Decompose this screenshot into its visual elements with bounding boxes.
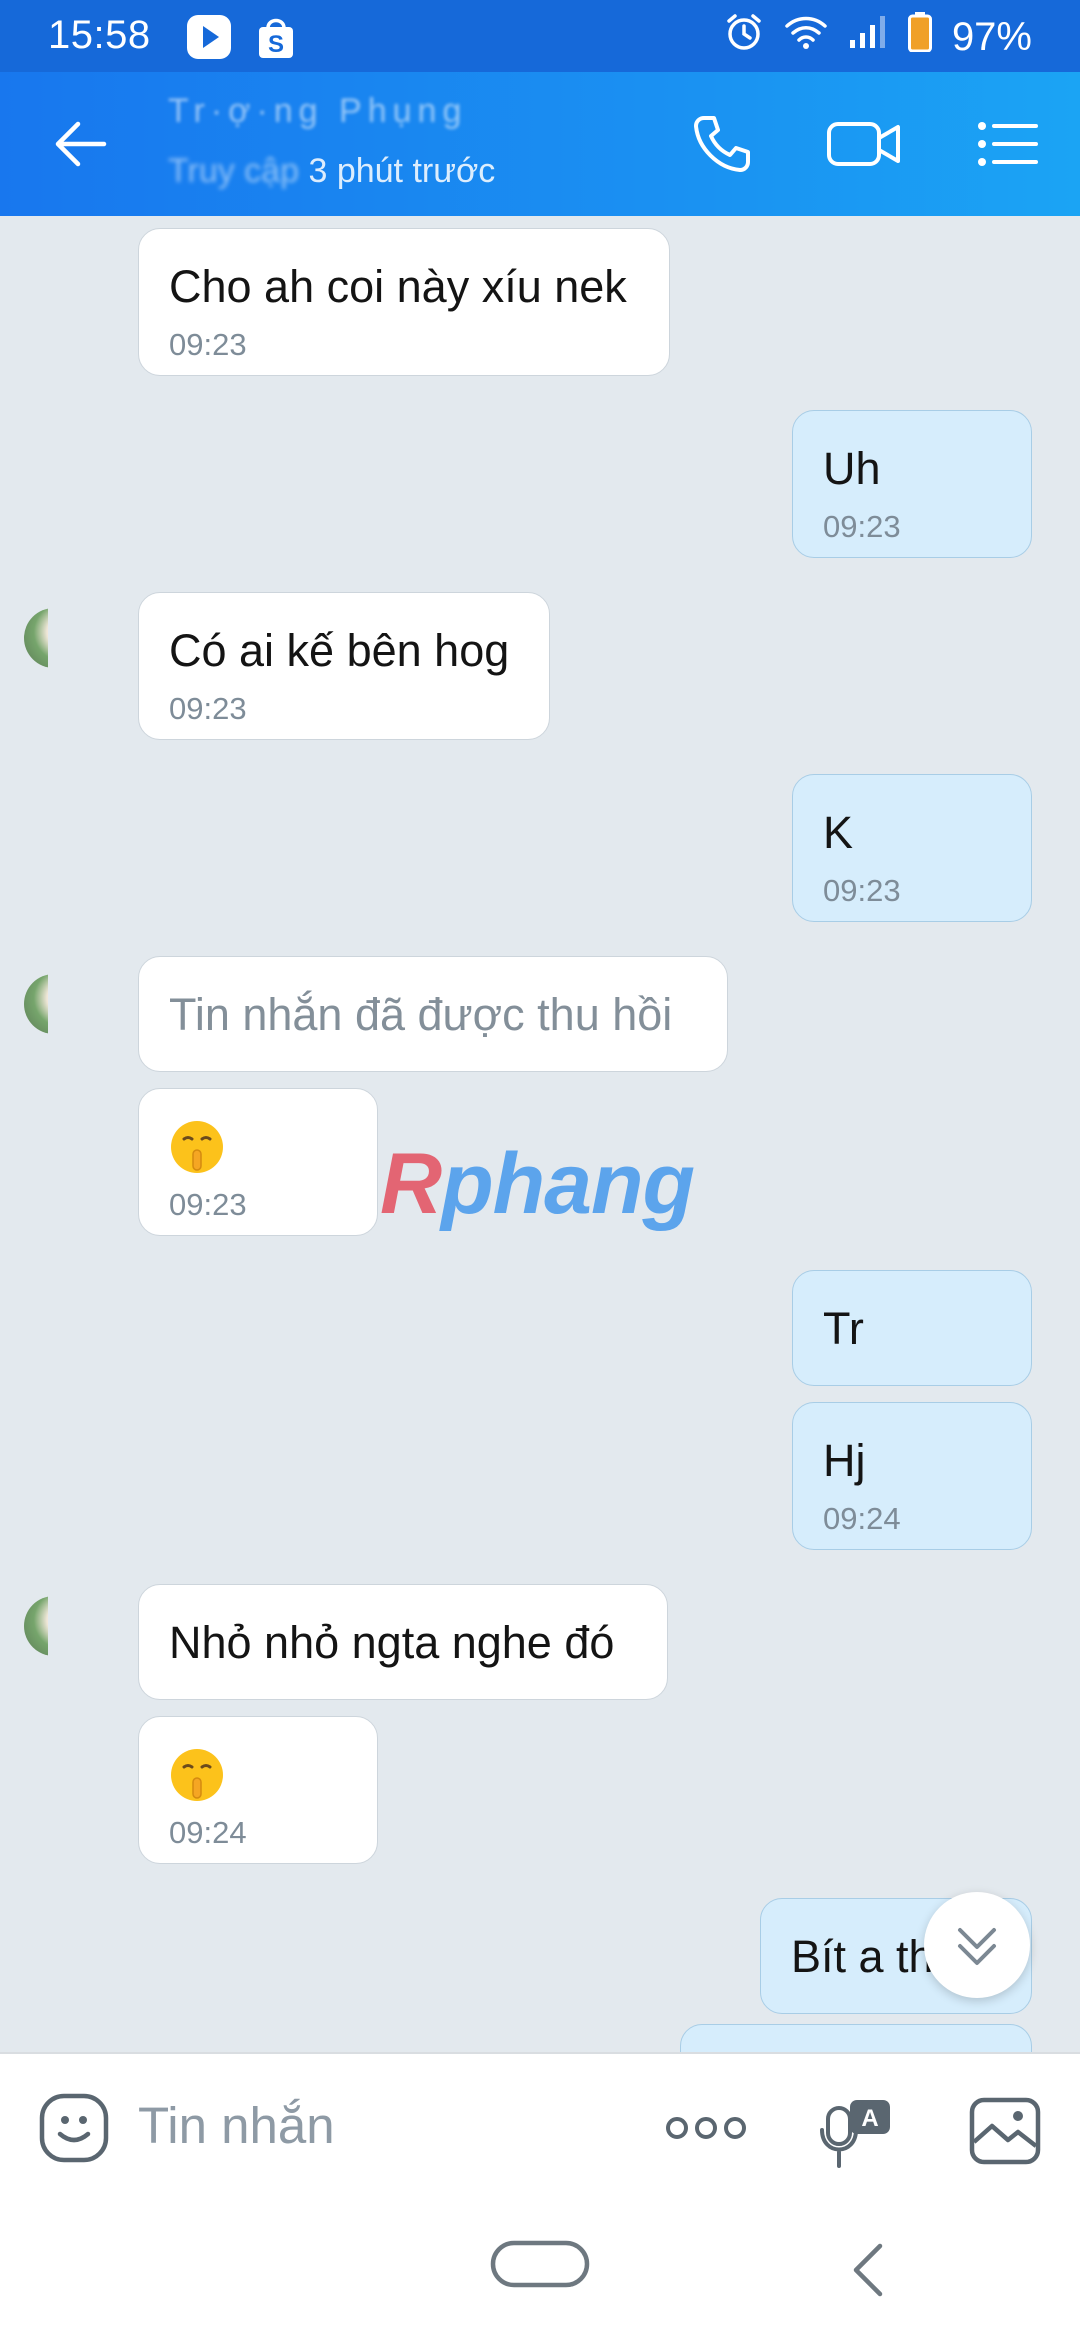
message-time: 09:24 bbox=[169, 1815, 247, 1850]
message-text: K bbox=[823, 807, 854, 858]
message-text: Hj bbox=[823, 1435, 866, 1486]
avatar[interactable] bbox=[24, 1596, 48, 1656]
message-incoming[interactable]: Có ai kế bên hog 09:23 bbox=[138, 592, 550, 740]
message-recalled[interactable]: Tin nhắn đã được thu hồi bbox=[138, 956, 728, 1072]
status-time: 15:58 bbox=[48, 13, 151, 57]
message-time: 09:23 bbox=[169, 327, 247, 362]
message-outgoing[interactable]: Hj 09:24 bbox=[792, 1402, 1032, 1550]
message-time: 09:23 bbox=[823, 873, 901, 908]
message-time: 09:23 bbox=[169, 691, 247, 726]
message-text: Có ai kế bên hog bbox=[169, 625, 510, 676]
shushing-face-emoji-icon bbox=[169, 1119, 225, 1186]
watermark-rest: phang bbox=[441, 1136, 695, 1232]
play-app-icon bbox=[186, 14, 232, 70]
message-time: 09:23 bbox=[823, 509, 901, 544]
wifi-icon bbox=[784, 14, 828, 60]
last-seen-time: 3 phút trước bbox=[308, 152, 496, 190]
signal-icon bbox=[848, 14, 888, 60]
last-seen: Truy cập 3 phút trước bbox=[168, 152, 495, 191]
back-arrow-icon[interactable] bbox=[52, 116, 108, 177]
message-text: Nhỏ nhỏ ngta nghe đó bbox=[169, 1617, 615, 1668]
scroll-to-bottom-button[interactable] bbox=[924, 1892, 1030, 1998]
avatar[interactable] bbox=[24, 608, 48, 668]
message-outgoing[interactable]: K 09:23 bbox=[792, 774, 1032, 922]
message-input[interactable]: Tin nhắn bbox=[138, 2096, 335, 2155]
last-seen-prefix: Truy cập bbox=[168, 152, 300, 190]
alarm-icon bbox=[724, 12, 764, 62]
battery-icon bbox=[907, 12, 932, 62]
chat-header: Tr·ợ·ng Phụng Truy cập 3 phút trước bbox=[0, 72, 1080, 216]
image-gallery-icon[interactable] bbox=[968, 2094, 1042, 2173]
voice-to-text-icon[interactable]: A bbox=[820, 2098, 894, 2177]
message-outgoing[interactable]: Tr bbox=[792, 1270, 1032, 1386]
sticker-face-icon[interactable] bbox=[38, 2092, 110, 2169]
shopping-bag-icon: S bbox=[256, 14, 296, 70]
shushing-face-emoji-icon bbox=[169, 1747, 225, 1814]
watermark-first-letter: R bbox=[380, 1136, 442, 1232]
message-composer: Tin nhắn A bbox=[0, 2052, 1080, 2198]
system-nav-bar bbox=[0, 2196, 1080, 2340]
svg-text:A: A bbox=[861, 2105, 878, 2132]
message-text: Uh bbox=[823, 443, 881, 494]
chat-messages[interactable]: Cho ah coi này xíu nek 09:23 Uh 09:23 Có… bbox=[0, 216, 1080, 2052]
message-time: 09:23 bbox=[169, 1187, 247, 1222]
menu-list-icon[interactable] bbox=[976, 112, 1040, 181]
avatar[interactable] bbox=[24, 974, 48, 1034]
status-bar: 15:58 S 97% bbox=[0, 0, 1080, 72]
message-text: Bít a th bbox=[791, 1931, 934, 1982]
phone-icon[interactable] bbox=[690, 112, 754, 181]
more-dots-icon[interactable] bbox=[664, 2102, 748, 2159]
contact-name[interactable]: Tr·ợ·ng Phụng bbox=[168, 92, 488, 138]
message-incoming[interactable]: Nhỏ nhỏ ngta nghe đó bbox=[138, 1584, 668, 1700]
nav-back-icon[interactable] bbox=[850, 2242, 886, 2303]
svg-text:S: S bbox=[268, 31, 284, 58]
message-outgoing[interactable] bbox=[680, 2024, 1032, 2052]
message-incoming[interactable]: Cho ah coi này xíu nek 09:23 bbox=[138, 228, 670, 376]
message-text: Tr bbox=[823, 1303, 864, 1354]
battery-percent: 97% bbox=[951, 14, 1032, 59]
message-time: 09:24 bbox=[823, 1501, 901, 1536]
home-pill-icon[interactable] bbox=[490, 2240, 590, 2293]
message-incoming[interactable]: 09:23 bbox=[138, 1088, 378, 1236]
watermark-logo: Rphang bbox=[380, 1135, 695, 1234]
message-text: Cho ah coi này xíu nek bbox=[169, 261, 627, 312]
message-text: Tin nhắn đã được thu hồi bbox=[169, 989, 673, 1040]
message-outgoing[interactable]: Uh 09:23 bbox=[792, 410, 1032, 558]
video-call-icon[interactable] bbox=[826, 112, 902, 181]
message-incoming[interactable]: 09:24 bbox=[138, 1716, 378, 1864]
double-chevron-down-icon bbox=[958, 1928, 996, 1965]
